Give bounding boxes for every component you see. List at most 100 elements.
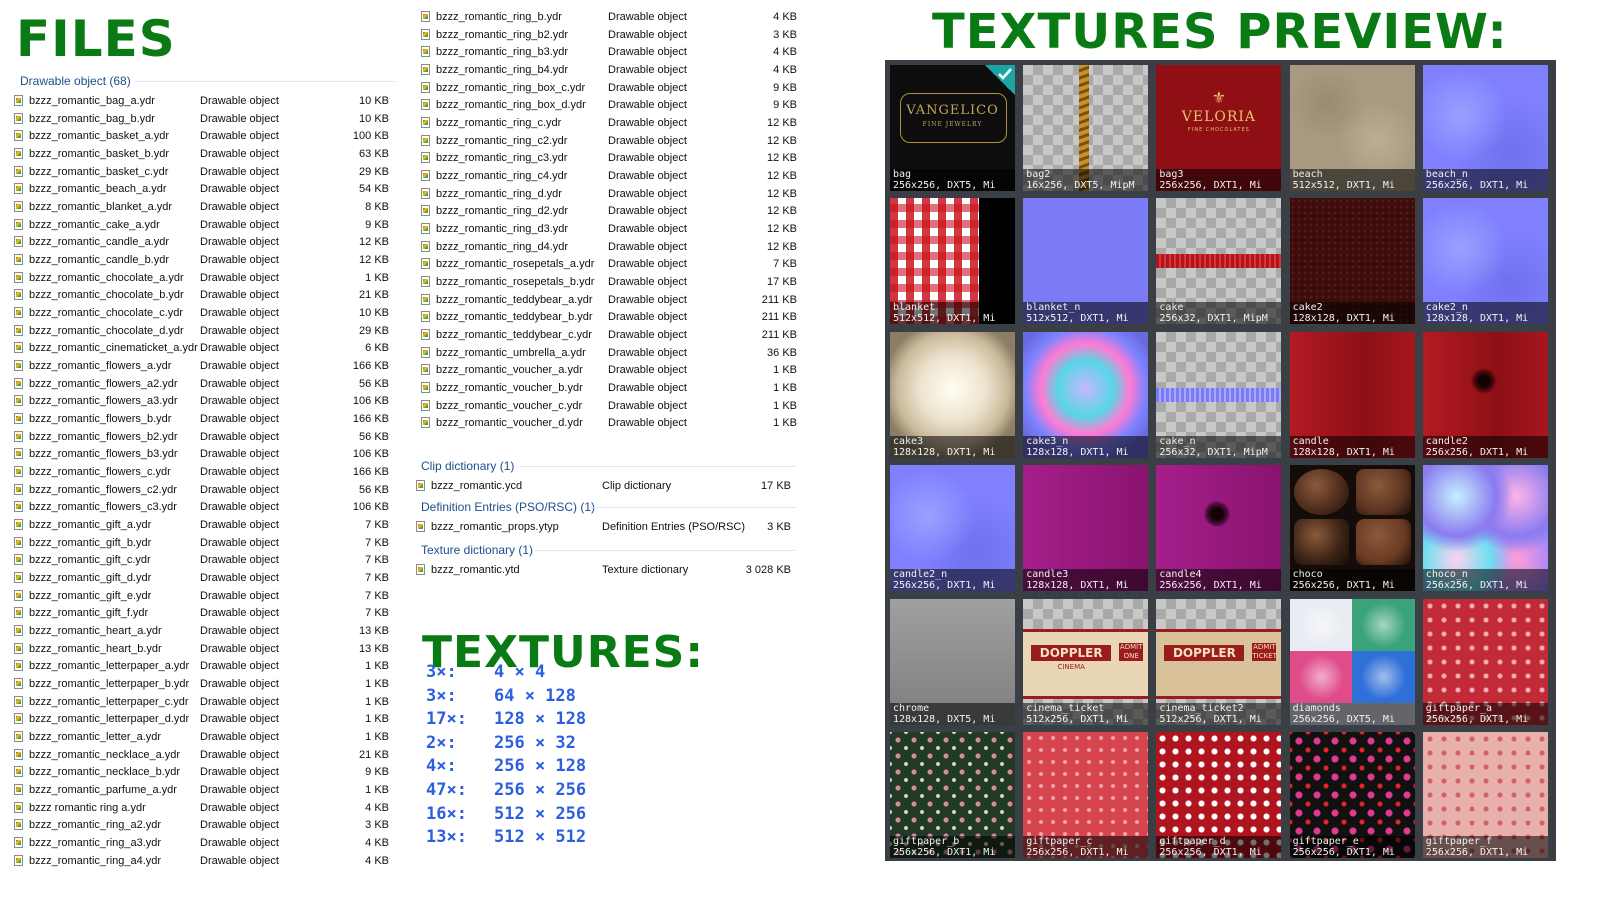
texture-tile-candle2[interactable]: candle2 256x256, DXT1, Mi [1422,331,1548,458]
texture-tile-cake-n[interactable]: cake_n 256x32, DXT1, MipM [1156,331,1282,458]
texture-tile-candle4[interactable]: candle4 256x256, DXT1, Mi [1156,465,1282,592]
file-name: bzzz_romantic_ring_a4.ydr [29,854,162,867]
texture-label: cake 256x32, DXT1, MipM [1156,302,1282,325]
drawable-file-icon [421,311,430,323]
texture-info: 256x256, DXT1, Mi [1425,580,1529,592]
texture-tile-giftpaper-a[interactable]: giftpaper_a 256x256, DXT1, Mi [1422,598,1548,725]
file-size: 211 KB [761,293,797,306]
texture-tile-choco[interactable]: choco 256x256, DXT1, Mi [1289,465,1415,592]
file-size: 21 KB [359,289,389,302]
drawable-file-icon [14,660,23,672]
drawable-file-icon [14,466,23,478]
texture-tile-cake3-n[interactable]: cake3_n 128x128, DXT1, Mi [1023,331,1149,458]
file-type: Drawable object [200,448,279,461]
file-size: 7 KB [365,607,389,620]
texture-tile-blanket[interactable]: blanket 512x512, DXT1, Mi [890,198,1015,325]
file-size: 12 KB [767,205,797,218]
file-type: Drawable object [200,112,279,125]
file-type: Drawable object [608,223,687,236]
texture-info: 256x256, DXT5, Mi [1292,713,1395,725]
drawable-file-icon [14,642,23,654]
drawable-file-icon [14,377,23,389]
texture-name: giftpaper_d [1159,836,1226,847]
texture-tile-cake3[interactable]: cake3 128x128, DXT1, Mi [890,331,1015,458]
texture-tile-giftpaper-d[interactable]: giftpaper_d 256x256, DXT1, Mi [1156,732,1282,858]
file-type: Drawable object [200,430,279,443]
file-type: Drawable object [608,134,687,147]
texture-label: bag2 16x256, DXT5, MipM [1023,169,1149,191]
file-size: 106 KB [352,501,389,514]
texture-tile-giftpaper-e[interactable]: giftpaper_e 256x256, DXT1, Mi [1289,732,1415,858]
texture-count: 13×: [426,827,467,848]
file-type: Drawable object [200,713,279,726]
file-type: Drawable object [200,307,279,320]
file-size: 8 KB [365,201,389,214]
file-size: 7 KB [365,572,389,585]
texture-name: cake3_n [1026,435,1069,447]
group-header-definition[interactable]: Definition Entries (PSO/RSC) (1) [421,500,595,514]
file-type: Drawable object [200,607,279,620]
drawable-file-icon [14,413,23,425]
texture-info: 256x32, DXT1, MipM [1159,313,1268,325]
texture-tile-chrome[interactable]: chrome 128x128, DXT5, Mi [890,598,1015,725]
file-size: 56 KB [359,377,389,390]
texture-tile-beach[interactable]: beach 512x512, DXT1, Mi [1289,65,1415,191]
texture-name: cinema_ticket2 [1159,702,1244,714]
texture-tile-cake2[interactable]: cake2 128x128, DXT1, Mi [1289,198,1415,325]
drawable-file-icon [14,165,23,177]
texture-tile-giftpaper-b[interactable]: giftpaper_b 256x256, DXT1, Mi [890,732,1015,858]
drawable-file-icon [421,170,430,182]
file-type: Drawable object [608,117,687,130]
texture-tile-bag2[interactable]: bag2 16x256, DXT5, MipM [1023,65,1149,191]
file-name: bzzz_romantic_necklace_b.ydr [29,766,181,779]
drawable-file-icon [421,46,430,58]
texture-tile-candle3[interactable]: candle3 128x128, DXT1, Mi [1023,465,1149,592]
texture-tile-choco-n[interactable]: choco_n 256x256, DXT1, Mi [1422,465,1548,592]
file-size: 3 KB [767,521,791,533]
texture-strip [1156,254,1282,269]
gem-swatch [1289,598,1353,651]
file-type: Drawable object [200,483,279,496]
texture-name: candle2 [1425,435,1468,447]
texture-tile-diamonds[interactable]: diamonds 256x256, DXT5, Mi [1289,598,1415,725]
file-name: bzzz_romantic.ytd [431,564,520,576]
texture-tile-cinema-ticket[interactable]: DOPPLER CINEMA ADMIT ONE cinema_ticket 512x2… [1023,598,1149,725]
texture-tile-bag[interactable]: VANGELICO FINE JEWELRY bag 256x256, DXT5, M… [890,65,1015,191]
texture-label: candle3 128x128, DXT1, Mi [1023,569,1149,592]
gem-swatch [1351,650,1415,703]
chocolate-piece [1293,519,1349,566]
file-type: Drawable object [200,625,279,638]
file-type: Drawable object [608,311,687,324]
file-name: bzzz_romantic_flowers_c.ydr [29,466,171,479]
group-header-drawable[interactable]: Drawable object (68) [20,74,131,88]
file-size: 12 KB [767,134,797,147]
file-name: bzzz_romantic_ring_a2.ydr [29,819,162,832]
group-header-clip[interactable]: Clip dictionary (1) [421,459,514,473]
drawable-file-icon [421,152,430,164]
texture-tile-cake2-n[interactable]: cake2_n 128x128, DXT1, Mi [1422,198,1548,325]
file-type: Drawable object [608,81,687,94]
texture-tile-giftpaper-c[interactable]: giftpaper_c 256x256, DXT1, Mi [1023,732,1149,858]
texture-tile-giftpaper-f[interactable]: giftpaper_f 256x256, DXT1, Mi [1422,732,1548,858]
texture-tile-candle2-n[interactable]: candle2_n 256x256, DXT1, Mi [890,465,1015,592]
file-type: Drawable object [608,187,687,200]
file-name: bzzz_romantic_chocolate_a.ydr [29,271,184,284]
file-size: 211 KB [761,311,797,324]
texture-tile-cake[interactable]: cake 256x32, DXT1, MipM [1156,198,1282,325]
file-name: bzzz_romantic_gift_d.ydr [29,572,152,585]
texture-info: 128x128, DXT1, Mi [1425,313,1529,325]
texture-info: 512x512, DXT1, Mi [1026,313,1129,325]
texture-label: giftpaper_b 256x256, DXT1, Mi [890,836,1015,858]
texture-tile-blanket-n[interactable]: blanket_n 512x512, DXT1, Mi [1023,198,1149,325]
texture-tile-bag3[interactable]: ⚜ VELORIA FINE CHOCOLATES bag3 256x256, DXT1… [1156,65,1282,191]
group-header-texture[interactable]: Texture dictionary (1) [421,543,533,557]
drawable-file-icon [14,430,23,442]
texture-name: giftpaper_a [1425,702,1493,714]
file-type: Drawable object [200,519,279,532]
drawable-file-icon [421,99,430,111]
texture-tile-beach-n[interactable]: beach_n 256x256, DXT1, Mi [1422,65,1548,191]
drawable-file-icon [14,678,23,690]
texture-tile-cinema-ticket2[interactable]: DOPPLER ADMIT TICKET cinema_ticket2 512x256… [1156,598,1282,725]
drawable-file-icon [14,289,23,301]
texture-tile-candle[interactable]: candle 128x128, DXT1, Mi [1289,331,1415,458]
